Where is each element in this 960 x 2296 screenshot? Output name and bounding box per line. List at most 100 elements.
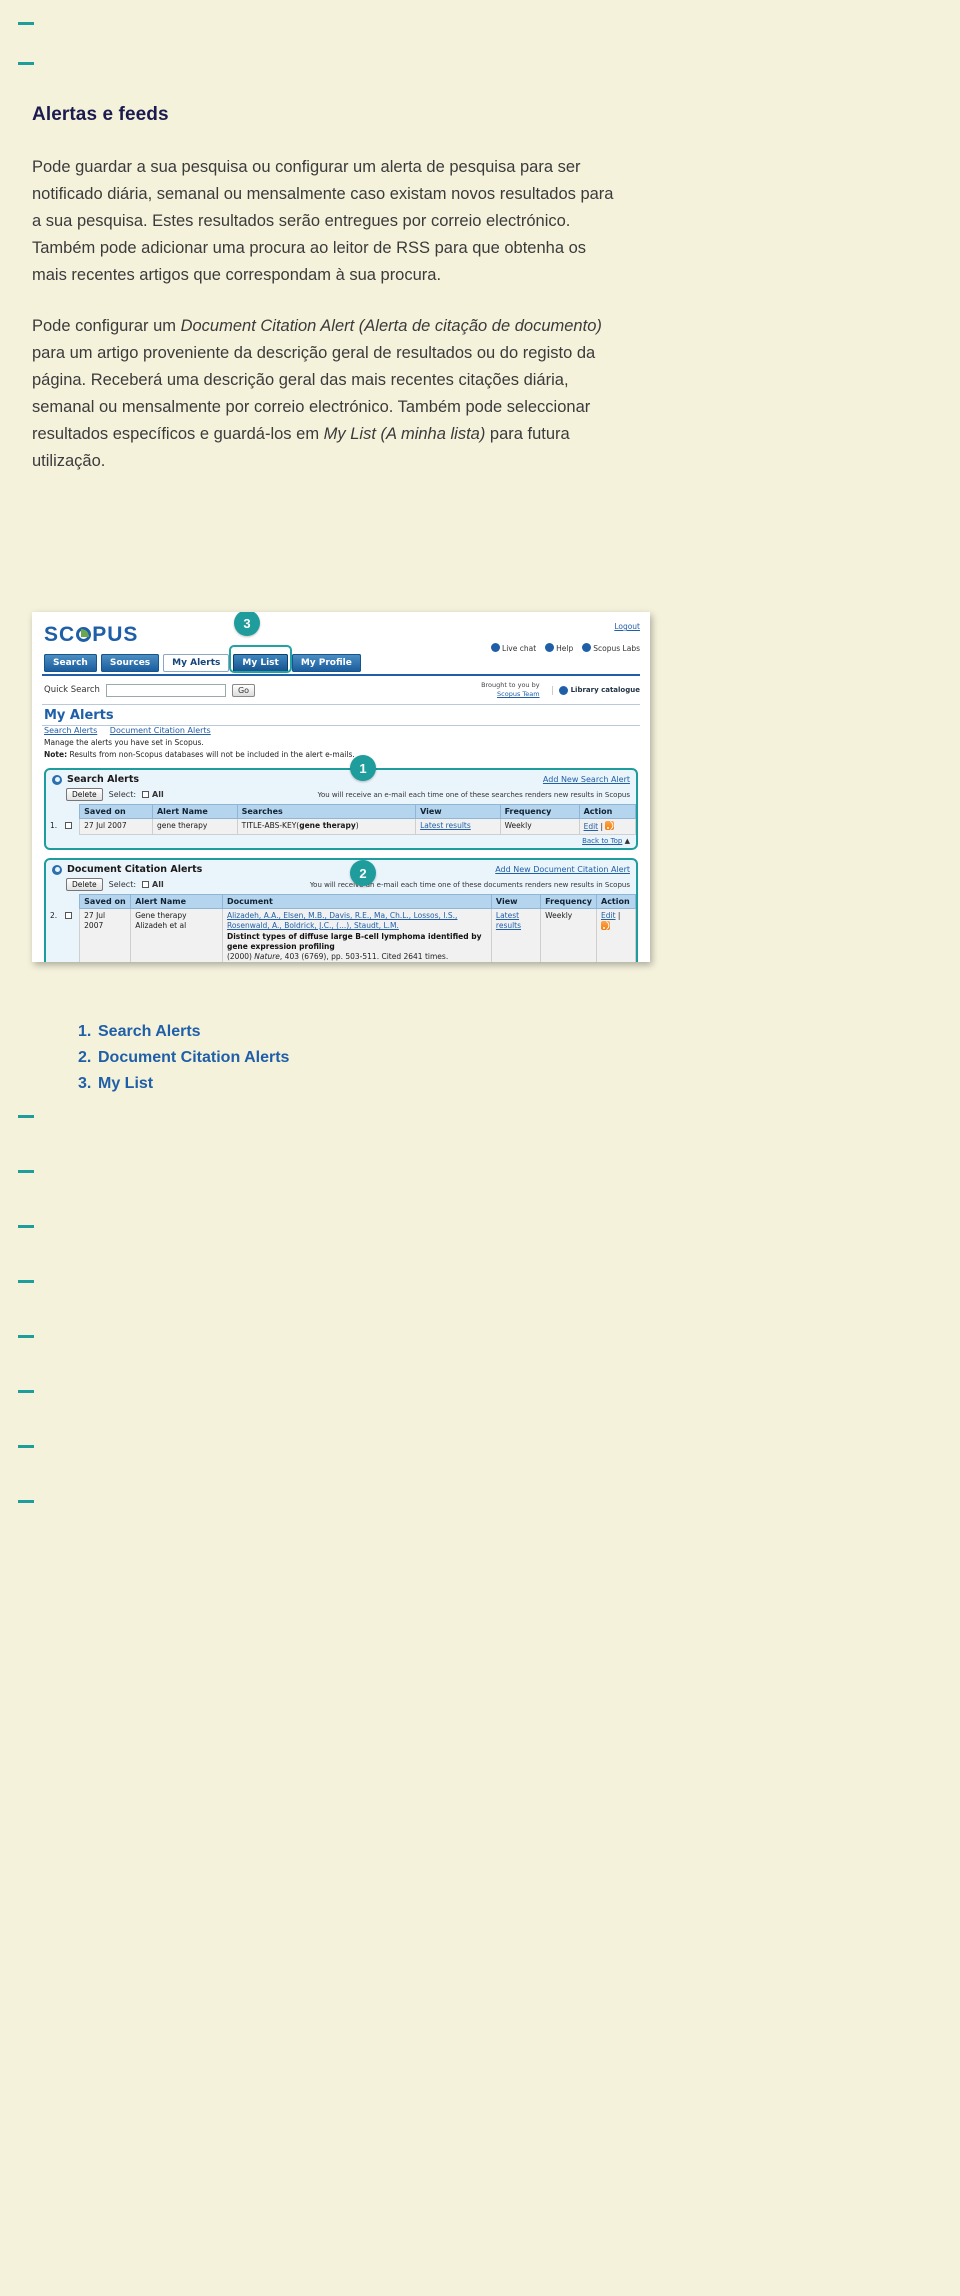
margin-dash	[18, 1390, 34, 1393]
logo-o-glyph	[76, 627, 92, 642]
col-view: View	[415, 804, 501, 819]
quick-search-label: Quick Search	[44, 685, 100, 695]
add-new-search-alert-link[interactable]: Add New Search Alert	[543, 775, 630, 784]
select-label-citation-alerts: Select:	[108, 880, 137, 889]
scopus-team-link[interactable]: Scopus Team	[497, 690, 540, 698]
live-chat-item[interactable]: Live chat	[491, 643, 536, 653]
source-post: , 403 (6769), pp. 503-511. Cited 2641 ti…	[279, 952, 449, 961]
col-checkbox	[61, 894, 80, 909]
scopus-screenshot: 3 1 2 SC PUS Search Sources My Alerts My …	[32, 612, 650, 962]
back-to-top-search-alerts: Back to Top ▲	[582, 837, 630, 845]
italic-term-document-citation-alert: Document Citation Alert (Alerta de citaç…	[180, 317, 602, 335]
legend-item-2: 2. Document Citation Alerts	[78, 1045, 438, 1071]
col-alert-name: Alert Name	[130, 894, 223, 909]
document-authors[interactable]: Alizadeh, A.A., Elsen, M.B., Davis, R.E.…	[227, 911, 457, 930]
back-to-top-link[interactable]: Back to Top	[582, 837, 622, 845]
citation-alerts-title: Document Citation Alerts	[67, 864, 203, 875]
col-saved-on: Saved on	[79, 894, 132, 909]
source-journal: Nature	[254, 952, 280, 961]
row-checkbox[interactable]	[65, 911, 73, 919]
logout-link[interactable]: Logout	[491, 622, 640, 631]
col-alert-name: Alert Name	[151, 804, 238, 819]
tab-my-profile[interactable]: My Profile	[291, 654, 361, 672]
cell-saved-on: 27 Jul 2007	[79, 908, 132, 962]
delete-button-citation-alerts[interactable]: Delete	[66, 878, 103, 891]
search-alerts-hint: You will receive an e-mail each time one…	[317, 790, 630, 799]
margin-dash	[18, 1170, 34, 1173]
cell-searches: TITLE-ABS-KEY(gene therapy)	[236, 818, 417, 835]
select-all-citation-alerts[interactable]: All	[142, 880, 164, 889]
cell-saved-on: 27 Jul 2007	[79, 818, 153, 835]
table-header-row: Saved on Alert Name Document View Freque…	[46, 894, 636, 909]
col-action: Action	[578, 804, 637, 819]
tab-search[interactable]: Search	[44, 654, 97, 672]
edit-link[interactable]: Edit	[584, 822, 599, 831]
author-links[interactable]: Alizadeh, A.A., Elsen, M.B., Davis, R.E.…	[227, 911, 457, 930]
tab-sources[interactable]: Sources	[100, 654, 160, 672]
alert-note: Note: Results from non-Scopus databases …	[44, 749, 640, 760]
quick-search-input[interactable]	[105, 683, 226, 697]
search-term: gene therapy	[299, 821, 356, 830]
quick-search-bar: Quick Search Go Brought to you by Scopus…	[42, 676, 640, 704]
legend-label-1: Search Alerts	[98, 1023, 201, 1040]
row-checkbox[interactable]	[65, 821, 73, 829]
tab-my-alerts[interactable]: My Alerts	[163, 654, 230, 672]
cell-frequency: Weekly	[540, 908, 597, 962]
italic-term-my-list: My List (A minha lista)	[323, 425, 486, 443]
alert-sublinks: Search Alerts Document Citation Alerts	[44, 726, 640, 735]
margin-dash	[18, 1445, 34, 1448]
cell-document: Alizadeh, A.A., Elsen, M.B., Davis, R.E.…	[221, 908, 492, 962]
main-nav-tabs: Search Sources My Alerts My List My Prof…	[44, 645, 361, 673]
col-frequency: Frequency	[499, 804, 580, 819]
edit-link[interactable]: Edit	[601, 911, 616, 920]
help-item[interactable]: Help	[545, 643, 573, 653]
tab-wrap-my-profile: My Profile	[291, 650, 361, 672]
rss-icon[interactable]	[601, 921, 610, 930]
select-all-checkbox[interactable]	[142, 881, 150, 888]
sublink-document-citation-alerts[interactable]: Document Citation Alerts	[110, 726, 211, 735]
callout-1: 1	[350, 755, 376, 781]
legend-item-3: 3. My List	[78, 1071, 438, 1097]
library-catalogue-item[interactable]: Library catalogue	[551, 685, 640, 695]
sublink-search-alerts[interactable]: Search Alerts	[44, 726, 97, 735]
citation-alerts-header: Document Citation Alerts Add New Documen…	[46, 860, 636, 877]
paragraph-1: Pode guardar a sua pesquisa ou configura…	[32, 158, 614, 284]
library-catalogue-label: Library catalogue	[570, 686, 640, 694]
cell-view: Latest results	[415, 818, 501, 835]
col-document: Document	[221, 894, 492, 909]
add-new-document-citation-alert-link[interactable]: Add New Document Citation Alert	[495, 865, 630, 874]
search-suffix: )	[355, 821, 359, 830]
note-label: Note:	[44, 750, 68, 759]
document-body: Alertas e feeds Pode guardar a sua pesqu…	[32, 104, 622, 499]
library-catalogue-icon	[558, 685, 568, 695]
row-index: 2.	[46, 908, 62, 962]
scopus-labs-item[interactable]: Scopus Labs	[582, 643, 640, 653]
help-label: Help	[556, 644, 574, 653]
row-index: 1.	[46, 818, 62, 835]
quick-search-go-button[interactable]: Go	[231, 683, 256, 697]
tab-wrap-my-alerts: My Alerts	[163, 650, 230, 672]
citation-alerts-controls: Delete Select: All You will receive an e…	[46, 877, 636, 894]
table-row: 1. 27 Jul 2007 gene therapy TITLE-ABS-KE…	[46, 818, 637, 835]
brought-line1: Brought to you by	[481, 681, 540, 689]
cell-alert-name: Gene therapy Alizadeh et al	[130, 908, 223, 962]
search-alerts-header: Search Alerts Add New Search Alert	[46, 770, 636, 787]
document-citation-alerts-panel: Document Citation Alerts Add New Documen…	[44, 858, 638, 962]
select-all-search-alerts[interactable]: All	[142, 790, 164, 799]
my-alerts-heading: My Alerts	[44, 708, 114, 723]
latest-results-link[interactable]: Latest results	[420, 821, 471, 830]
latest-results-link[interactable]: Latest results	[496, 911, 521, 930]
margin-dash	[18, 1500, 34, 1503]
legend-number-2: 2.	[78, 1049, 92, 1066]
select-all-checkbox[interactable]	[142, 791, 150, 798]
tab-wrap-my-list: My List	[229, 645, 293, 673]
tab-my-list[interactable]: My List	[233, 654, 288, 672]
col-action: Action	[596, 894, 636, 909]
rss-icon[interactable]	[605, 821, 615, 830]
cell-frequency: Weekly	[499, 818, 580, 835]
margin-dash	[18, 1115, 34, 1118]
delete-button-search-alerts[interactable]: Delete	[66, 788, 103, 801]
logo-text-pre: SC	[44, 623, 76, 646]
paragraph-2: Pode configurar um Document Citation Ale…	[32, 317, 602, 470]
callout-2: 2	[350, 860, 376, 886]
